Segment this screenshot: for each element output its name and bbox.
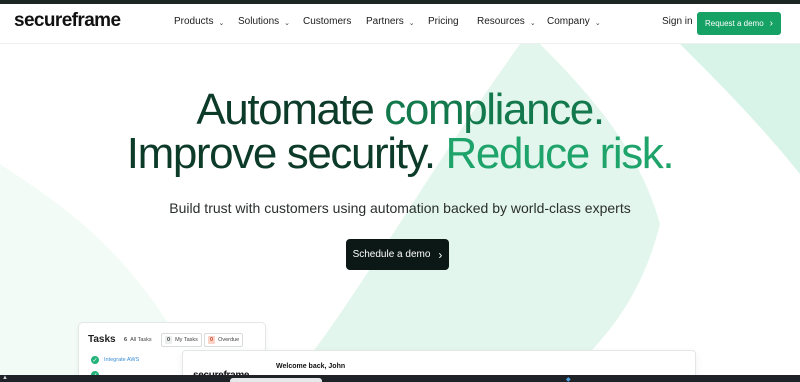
nav-partners-label: Partners	[366, 16, 404, 27]
all-tasks-label: All Tasks	[130, 337, 152, 343]
overdue-count: 0	[208, 336, 216, 344]
hero-subtitle: Build trust with customers using automat…	[169, 200, 631, 216]
schedule-demo-label: Schedule a demo	[352, 249, 431, 260]
chevron-right-icon: ›	[438, 247, 443, 262]
chevron-right-icon: ›	[769, 18, 774, 29]
headline-reduce-risk: Reduce risk.	[445, 129, 675, 178]
all-tasks-count: 6	[124, 337, 128, 343]
headline-compliance: compliance.	[384, 85, 605, 134]
chevron-down-icon: ⌄	[284, 19, 291, 27]
request-demo-label: Request a demo	[704, 19, 764, 28]
welcome-message: Welcome back, John	[276, 363, 346, 370]
nav-resources-label: Resources	[477, 16, 525, 27]
nav-solutions-label: Solutions	[238, 16, 280, 27]
nav-pricing-label: Pricing	[428, 16, 459, 27]
my-tasks-count: 0	[165, 336, 173, 344]
headline-automate: Automate	[196, 85, 385, 134]
taskbar-app-icon[interactable]: ◆	[566, 376, 571, 382]
hero-headline-line-1: Automate compliance.	[0, 88, 800, 132]
tab-overdue: 0 Overdue	[204, 333, 244, 347]
chevron-down-icon: ⌄	[408, 19, 415, 27]
tab-my-tasks: 0 My Tasks	[161, 333, 202, 347]
nav-resources[interactable]: Resources ⌄	[477, 16, 536, 27]
nav-products[interactable]: Products ⌄	[174, 16, 224, 27]
check-circle-icon: ✓	[91, 356, 99, 364]
chevron-down-icon: ⌄	[594, 19, 601, 27]
taskbar-start-icon[interactable]: ▲	[2, 375, 8, 381]
request-demo-button[interactable]: Request a demo ›	[697, 12, 781, 35]
task-item-label: Integrate AWS	[104, 357, 140, 363]
overdue-label: Overdue	[218, 337, 240, 343]
nav-company-label: Company	[547, 16, 590, 27]
headline-improve-security: Improve security.	[126, 129, 446, 178]
tasks-title: Tasks	[88, 334, 116, 345]
nav-pricing[interactable]: Pricing	[428, 16, 459, 27]
chevron-down-icon: ⌄	[529, 19, 536, 27]
site-header: secureframe Products ⌄ Solutions ⌄ Custo…	[0, 4, 800, 44]
os-taskbar	[0, 375, 800, 382]
sign-in-link[interactable]: Sign in	[662, 16, 693, 27]
task-item: ✓ Integrate AWS	[91, 356, 139, 364]
my-tasks-label: My Tasks	[175, 337, 198, 343]
schedule-demo-button[interactable]: Schedule a demo ›	[346, 239, 449, 270]
nav-company[interactable]: Company ⌄	[547, 16, 601, 27]
nav-customers-label: Customers	[303, 16, 352, 27]
hero-headline-line-2: Improve security. Reduce risk.	[0, 132, 800, 176]
chevron-down-icon: ⌄	[218, 19, 225, 27]
nav-customers[interactable]: Customers	[303, 16, 351, 27]
nav-partners[interactable]: Partners ⌄	[366, 16, 415, 27]
tab-all-tasks: 6 All Tasks	[121, 333, 155, 347]
nav-products-label: Products	[174, 16, 214, 27]
taskbar-search-pill[interactable]	[230, 378, 322, 382]
nav-solutions[interactable]: Solutions ⌄	[238, 16, 290, 27]
